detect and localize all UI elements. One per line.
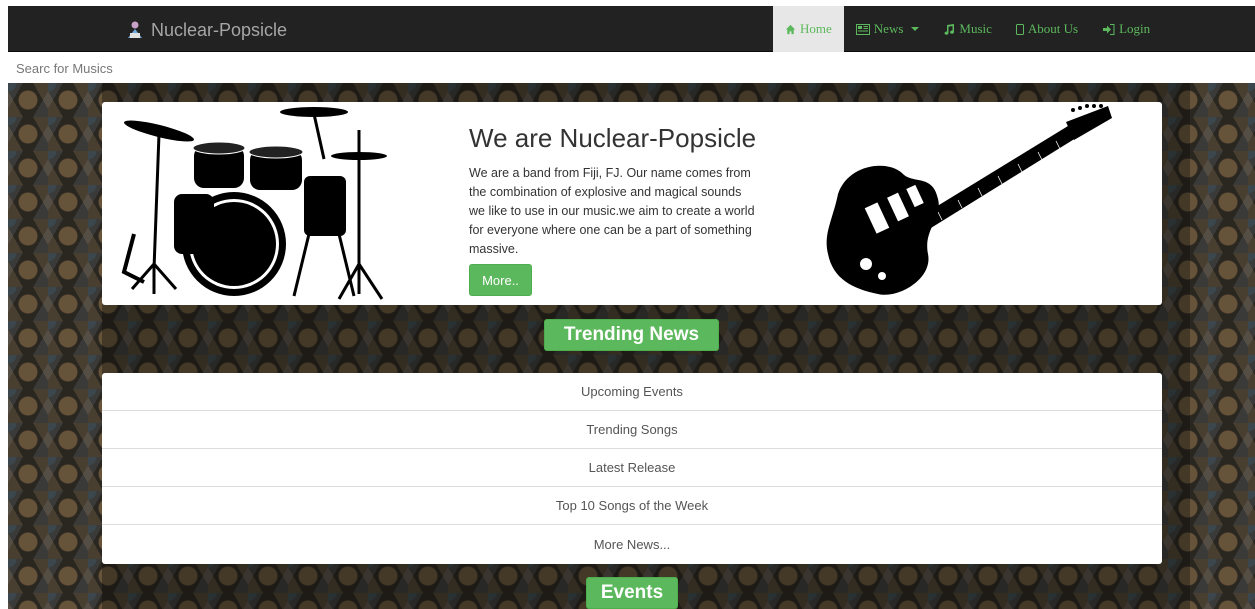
nav-login-label: Login xyxy=(1119,21,1151,36)
nav-news-label: News xyxy=(873,21,904,36)
hero-panel: We are Nuclear-Popsicle We are a band fr… xyxy=(102,102,1162,305)
trending-news-heading: Trending News xyxy=(544,319,719,351)
news-item-latest-release[interactable]: Latest Release xyxy=(102,449,1162,487)
news-item-upcoming-events[interactable]: Upcoming Events xyxy=(102,373,1162,411)
news-item-more-news[interactable]: More News... xyxy=(102,525,1162,563)
nav-news[interactable]: News xyxy=(844,6,932,52)
news-item-trending-songs[interactable]: Trending Songs xyxy=(102,411,1162,449)
drum-kit-image xyxy=(121,107,387,300)
nav-links: Home News Music About Us Login xyxy=(773,6,1162,52)
nav-music-label: Music xyxy=(959,21,992,36)
search-input[interactable] xyxy=(8,53,1255,83)
search-bar xyxy=(8,53,1255,83)
nav-login[interactable]: Login xyxy=(1090,6,1162,52)
login-icon xyxy=(1103,23,1115,35)
hero-description: We are a band from Fiji, FJ. Our name co… xyxy=(469,166,755,256)
electric-guitar-image xyxy=(826,104,1112,295)
home-icon xyxy=(785,24,796,34)
nav-about-label: About Us xyxy=(1027,21,1079,36)
nav-about[interactable]: About Us xyxy=(1004,6,1090,52)
news-list: Upcoming Events Trending Songs Latest Re… xyxy=(102,373,1162,564)
nav-home[interactable]: Home xyxy=(773,6,844,52)
newspaper-icon xyxy=(855,23,870,35)
brand-link[interactable]: Nuclear-Popsicle xyxy=(125,19,287,41)
events-heading: Events xyxy=(586,577,678,609)
nav-music[interactable]: Music xyxy=(931,6,1004,52)
top-navbar: Nuclear-Popsicle Home News Music About U… xyxy=(8,6,1255,52)
news-item-top-10-songs[interactable]: Top 10 Songs of the Week xyxy=(102,487,1162,525)
mobile-icon xyxy=(1015,23,1024,35)
band-logo-icon xyxy=(128,21,142,38)
more-button[interactable]: More.. xyxy=(469,264,532,296)
nav-home-label: Home xyxy=(800,21,832,36)
hero-title: We are Nuclear-Popsicle xyxy=(469,123,757,153)
brand-name: Nuclear-Popsicle xyxy=(151,19,288,40)
chevron-down-icon xyxy=(911,27,920,31)
music-note-icon xyxy=(944,24,955,35)
